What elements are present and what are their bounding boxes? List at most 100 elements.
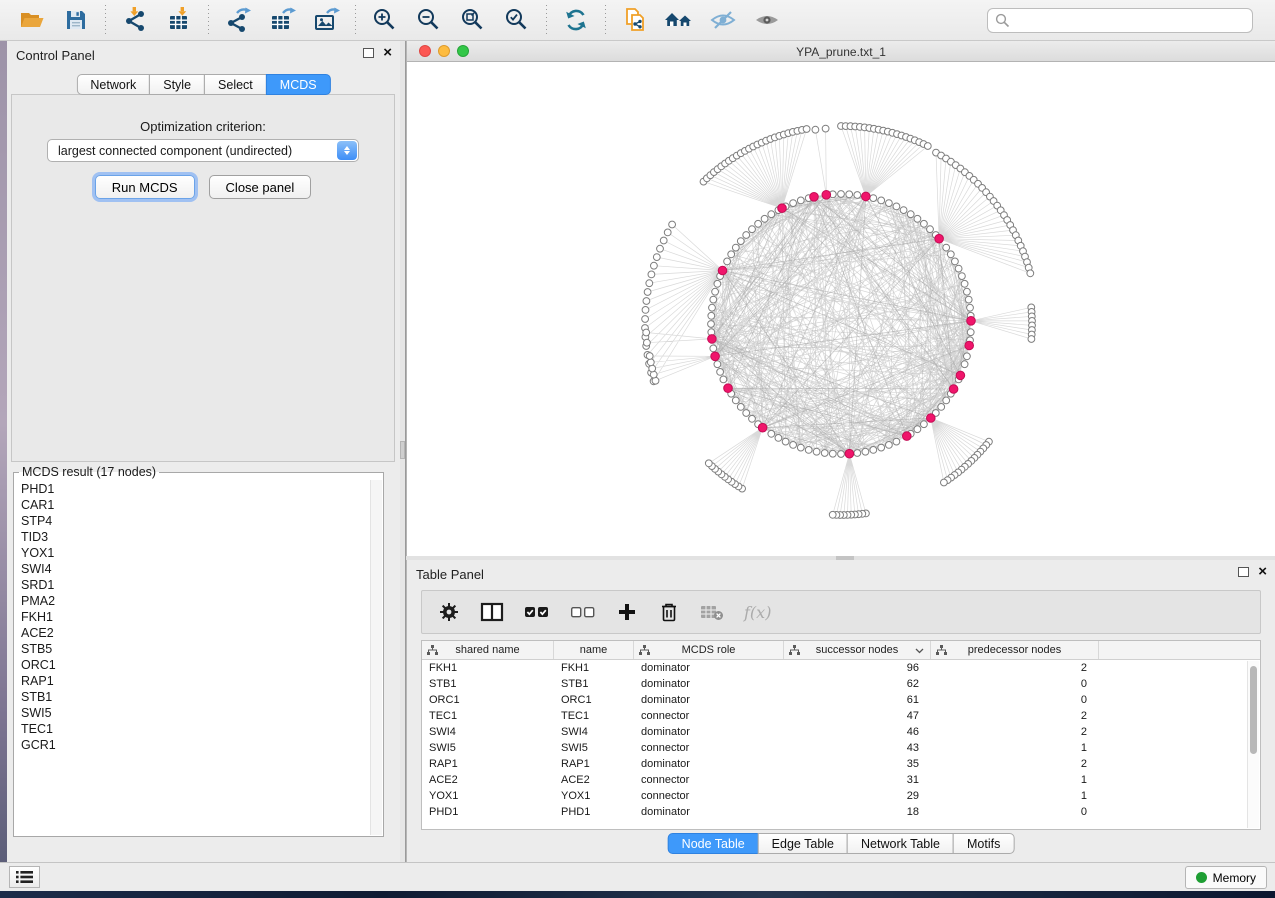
network-node[interactable] (743, 410, 750, 417)
network-node[interactable] (914, 426, 921, 433)
network-node[interactable] (724, 258, 731, 265)
mcds-result-item[interactable]: STB1 (21, 689, 369, 705)
network-node[interactable] (967, 304, 974, 311)
network-node[interactable] (790, 200, 797, 207)
network-node[interactable] (1027, 270, 1034, 277)
float-panel-icon[interactable] (1238, 567, 1249, 577)
network-node[interactable] (669, 221, 676, 228)
mcds-result-item[interactable]: STB5 (21, 641, 369, 657)
mcds-node[interactable] (956, 371, 965, 380)
network-node[interactable] (728, 251, 735, 258)
mcds-result-item[interactable]: TEC1 (21, 721, 369, 737)
float-panel-icon[interactable] (363, 48, 374, 58)
table-row[interactable]: ORC1ORC1dominator610 (422, 692, 1260, 708)
table-row[interactable]: SWI5SWI5connector431 (422, 740, 1260, 756)
mcds-node[interactable] (935, 234, 944, 243)
network-node[interactable] (737, 404, 744, 411)
network-node[interactable] (643, 329, 650, 336)
network-node[interactable] (893, 438, 900, 445)
network-node[interactable] (714, 361, 721, 368)
network-node[interactable] (961, 361, 968, 368)
sort-desc-icon[interactable] (915, 648, 924, 654)
criterion-dropdown[interactable]: largest connected component (undirected) (47, 139, 359, 162)
network-graph[interactable] (407, 62, 1275, 556)
network-node[interactable] (646, 280, 653, 287)
table-row[interactable]: ACE2ACE2connector311 (422, 772, 1260, 788)
network-node[interactable] (829, 450, 836, 457)
memory-button[interactable]: Memory (1185, 866, 1267, 889)
close-panel-button[interactable]: Close panel (209, 175, 312, 199)
network-node[interactable] (838, 451, 845, 458)
close-panel-icon[interactable]: × (1258, 567, 1267, 577)
network-node[interactable] (708, 321, 715, 328)
table-row[interactable]: SWI4SWI4dominator462 (422, 724, 1260, 740)
tab-network-table[interactable]: Network Table (847, 833, 954, 854)
network-node[interactable] (803, 126, 810, 133)
mcds-node[interactable] (822, 191, 831, 200)
close-panel-icon[interactable]: × (383, 48, 392, 58)
network-node[interactable] (805, 447, 812, 454)
network-node[interactable] (775, 435, 782, 442)
table-scrollbar[interactable] (1247, 661, 1259, 828)
network-node[interactable] (854, 192, 861, 199)
mcds-node[interactable] (927, 414, 936, 423)
network-node[interactable] (705, 460, 712, 467)
network-node[interactable] (886, 200, 893, 207)
network-node[interactable] (893, 203, 900, 210)
network-node[interactable] (878, 197, 885, 204)
splitter-handle[interactable] (400, 441, 405, 459)
network-node[interactable] (821, 450, 828, 457)
network-node[interactable] (743, 232, 750, 239)
network-node[interactable] (709, 304, 716, 311)
mcds-result-item[interactable]: PMA2 (21, 593, 369, 609)
mcds-node[interactable] (711, 352, 720, 361)
mcds-result-item[interactable]: SWI5 (21, 705, 369, 721)
network-node[interactable] (768, 211, 775, 218)
mcds-node[interactable] (708, 335, 717, 344)
network-node[interactable] (642, 307, 649, 314)
network-node[interactable] (651, 262, 658, 269)
network-node[interactable] (761, 215, 768, 222)
network-node[interactable] (642, 316, 649, 323)
table-row[interactable]: FKH1FKH1dominator962 (422, 660, 1260, 676)
mcds-node[interactable] (724, 384, 733, 393)
network-node[interactable] (959, 273, 966, 280)
table-row[interactable]: RAP1RAP1dominator352 (422, 756, 1260, 772)
table-settings-button[interactable] (438, 601, 460, 623)
network-node[interactable] (714, 280, 721, 287)
network-node[interactable] (660, 237, 667, 244)
search-input[interactable] (987, 8, 1253, 33)
network-node[interactable] (921, 220, 928, 227)
network-node[interactable] (813, 448, 820, 455)
tab-edge-table[interactable]: Edge Table (758, 833, 848, 854)
mcds-node[interactable] (778, 204, 787, 213)
network-node[interactable] (768, 430, 775, 437)
network-node[interactable] (644, 289, 651, 296)
network-node[interactable] (737, 238, 744, 245)
open-file-button[interactable] (14, 3, 50, 37)
mcds-node[interactable] (845, 449, 854, 458)
show-all-button[interactable] (749, 3, 785, 37)
column-header-successor-nodes[interactable]: successor nodes (784, 641, 931, 659)
network-node[interactable] (967, 329, 974, 336)
mcds-result-item[interactable]: FKH1 (21, 609, 369, 625)
function-builder-button[interactable]: f(x) (744, 603, 771, 622)
delete-columns-button[interactable] (658, 601, 680, 623)
mcds-result-item[interactable]: SWI4 (21, 561, 369, 577)
zoom-out-button[interactable] (411, 3, 447, 37)
tab-node-table[interactable]: Node Table (668, 833, 759, 854)
network-node[interactable] (952, 258, 959, 265)
network-node[interactable] (712, 288, 719, 295)
task-history-button[interactable] (9, 866, 40, 888)
column-header-MCDS-role[interactable]: MCDS role (634, 641, 784, 659)
network-node[interactable] (943, 244, 950, 251)
network-node[interactable] (900, 207, 907, 214)
network-node[interactable] (886, 442, 893, 449)
network-node[interactable] (862, 448, 869, 455)
mcds-result-item[interactable]: CAR1 (21, 497, 369, 513)
mcds-node[interactable] (810, 193, 819, 202)
scrollbar-thumb[interactable] (1250, 666, 1257, 754)
mcds-result-item[interactable]: RAP1 (21, 673, 369, 689)
run-mcds-button[interactable]: Run MCDS (95, 175, 195, 199)
network-node[interactable] (947, 251, 954, 258)
